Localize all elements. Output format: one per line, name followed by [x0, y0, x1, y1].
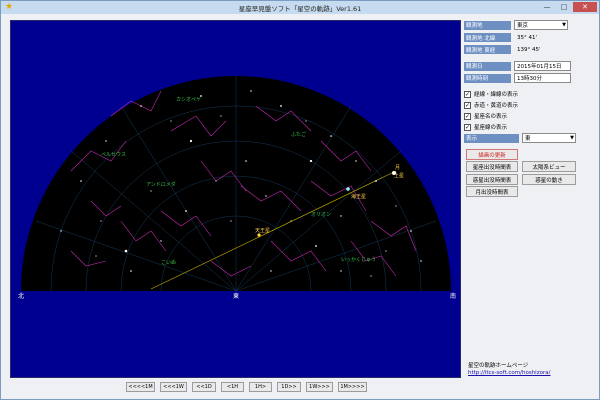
- direction-south: 南: [450, 293, 457, 300]
- constellation-label: アンドロメダ: [146, 182, 176, 188]
- constellation-label: こいぬ: [161, 260, 177, 266]
- latitude-label: 観測地 北緯: [464, 33, 511, 42]
- display-row: 表示 東 ▼: [464, 133, 576, 143]
- checkbox-icon[interactable]: ✓: [464, 123, 471, 131]
- date-row: 観測日 2015年01月15日: [464, 61, 571, 71]
- location-label: 観測地: [464, 20, 511, 30]
- forward-month-button[interactable]: 1M>>>>: [338, 382, 367, 392]
- location-value: 東京: [517, 23, 529, 29]
- redraw-button[interactable]: 描画の更新: [466, 149, 518, 160]
- close-icon[interactable]: ✕: [573, 2, 597, 12]
- display-select[interactable]: 東 ▼: [522, 133, 576, 143]
- latitude-value: 35° 41': [517, 34, 538, 41]
- chevron-down-icon: ▼: [562, 22, 566, 28]
- saturn-label: 土星: [394, 173, 405, 179]
- date-label: 観測日: [464, 61, 511, 71]
- sky-chart: [21, 76, 451, 292]
- neptune-label: 海王星: [351, 194, 367, 200]
- checkbox-label: 星座名の表示: [474, 114, 508, 120]
- time-input[interactable]: 13時30分: [514, 73, 571, 83]
- longitude-label: 観測地 東経: [464, 45, 511, 54]
- chevron-down-icon: ▼: [570, 135, 574, 141]
- maximize-icon[interactable]: □: [556, 2, 572, 12]
- checkbox-grid-lines[interactable]: ✓ 経線・緯線の表示: [464, 90, 518, 98]
- longitude-value: 139° 45': [517, 46, 541, 53]
- constellation-times-button[interactable]: 星座出没時間表: [466, 161, 518, 172]
- direction-east: 東: [233, 293, 240, 300]
- forward-hour-button[interactable]: 1H>: [249, 382, 272, 392]
- back-month-button[interactable]: <<<<1M: [126, 382, 155, 392]
- constellation-label: いっかくじゅう: [341, 257, 377, 263]
- checkbox-label: 経線・緯線の表示: [474, 92, 519, 98]
- star-app-icon: ★: [5, 2, 14, 12]
- checkbox-label: 星座線の表示: [474, 125, 508, 131]
- homepage-link[interactable]: http://itcs-soft.com/hoshizora/: [468, 370, 550, 376]
- checkbox-icon[interactable]: ✓: [464, 90, 471, 98]
- solar-view-button[interactable]: 太陽系ビュー: [522, 161, 576, 172]
- direction-north: 北: [18, 293, 25, 300]
- constellation-label: ペルセウス: [101, 152, 127, 158]
- checkbox-constellation-lines[interactable]: ✓ 星座線の表示: [464, 123, 507, 131]
- app-window: ★ 星座早見盤ソフト「星空の軌跡」Ver1.61 — □ ✕ 月 土星 海王星 …: [0, 0, 600, 400]
- minimize-icon[interactable]: —: [539, 2, 555, 12]
- latitude-row: 観測地 北緯 35° 41': [464, 33, 537, 42]
- display-label: 表示: [464, 133, 519, 143]
- moon-times-button[interactable]: 月出没時間表: [466, 186, 518, 197]
- checkbox-icon[interactable]: ✓: [464, 112, 471, 120]
- time-navigation: <<<<1M <<<1W <<1D <1H 1H> 1D>> 1W>>> 1M>…: [126, 382, 367, 392]
- homepage-label: 星空の軌跡ホームページ: [468, 363, 529, 369]
- uranus-label: 天王星: [255, 228, 271, 234]
- checkbox-label: 赤道・黄道の表示: [474, 103, 519, 109]
- planet-times-button[interactable]: 惑星出没時間表: [466, 174, 518, 185]
- constellation-label: ふたご: [291, 132, 307, 138]
- constellation-label: カシオペヤ: [176, 97, 202, 103]
- back-day-button[interactable]: <<1D: [192, 382, 216, 392]
- sky-view[interactable]: 月 土星 海王星 天王星 ペルセウス カシオペヤ アンドロメダ オリオン ふたご…: [10, 20, 461, 378]
- display-value: 東: [525, 136, 531, 142]
- window-title: 星座早見盤ソフト「星空の軌跡」Ver1.61: [238, 4, 362, 13]
- forward-week-button[interactable]: 1W>>>: [306, 382, 333, 392]
- checkbox-equator-ecliptic[interactable]: ✓ 赤道・黄道の表示: [464, 101, 518, 109]
- time-row: 観測時刻 13時30分: [464, 73, 571, 83]
- forward-day-button[interactable]: 1D>>: [277, 382, 301, 392]
- window-controls: — □ ✕: [539, 2, 597, 12]
- location-select[interactable]: 東京 ▼: [514, 20, 568, 30]
- neptune-marker[interactable]: [346, 187, 350, 191]
- title-bar[interactable]: ★ 星座早見盤ソフト「星空の軌跡」Ver1.61 — □ ✕: [1, 1, 599, 14]
- constellation-label: オリオン: [311, 212, 332, 218]
- planet-motion-button[interactable]: 惑星の動き: [522, 174, 576, 185]
- back-hour-button[interactable]: <1H: [221, 382, 244, 392]
- date-input[interactable]: 2015年01月15日: [514, 61, 571, 71]
- location-row: 観測地 東京 ▼: [464, 20, 568, 30]
- checkbox-icon[interactable]: ✓: [464, 101, 471, 109]
- back-week-button[interactable]: <<<1W: [160, 382, 187, 392]
- moon-label: 月: [395, 165, 401, 171]
- longitude-row: 観測地 東経 139° 45': [464, 45, 541, 54]
- checkbox-constellation-names[interactable]: ✓ 星座名の表示: [464, 112, 507, 120]
- time-label: 観測時刻: [464, 73, 511, 83]
